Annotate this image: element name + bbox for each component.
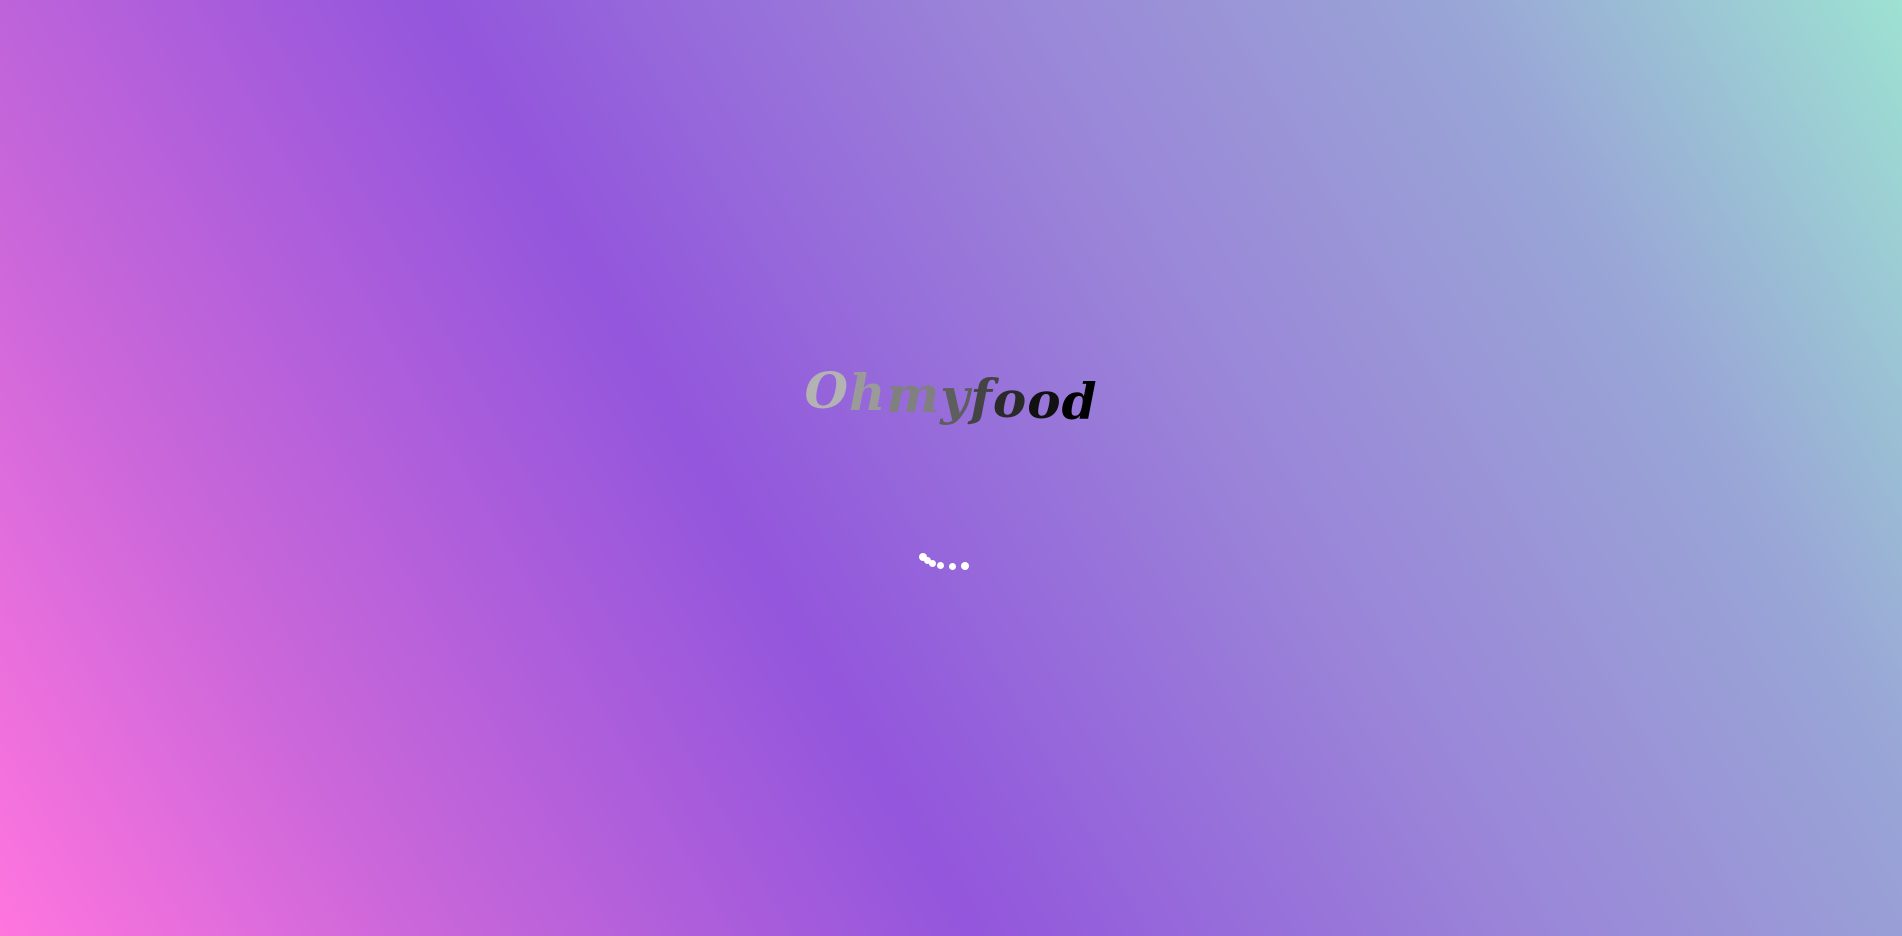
loading-dot [937, 562, 944, 569]
logo-letter: h [849, 363, 887, 422]
loading-dots-icon [919, 553, 969, 575]
logo-letter: o [992, 370, 1028, 429]
ohmyfood-logo: Ohmyfood [0, 361, 1902, 432]
logo-letter: d [1061, 372, 1098, 431]
loading-dot [949, 563, 956, 570]
loading-dot [961, 562, 969, 570]
logo-letter: O [804, 361, 850, 420]
logo-letter: o [1027, 371, 1062, 430]
loading-screen: Ohmyfood [0, 0, 1902, 936]
logo-letter: y [940, 367, 971, 426]
loading-dot [929, 560, 936, 567]
logo-letter: f [970, 368, 993, 427]
logo-letter: m [886, 365, 941, 424]
